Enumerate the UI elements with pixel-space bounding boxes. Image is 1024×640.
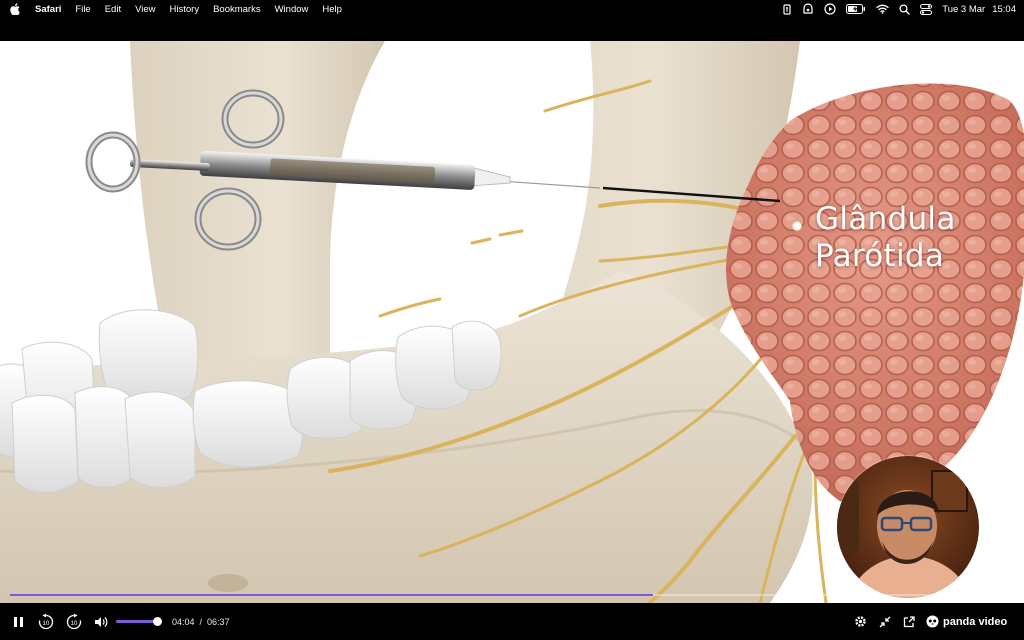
forward-10-button[interactable]: 10 [63,603,85,640]
duration: 06:37 [207,616,230,627]
menu-edit[interactable]: Edit [98,4,128,15]
volume-slider[interactable] [116,617,163,626]
external-link-icon [903,615,915,627]
forward-icon: 10 [66,613,82,629]
menu-view[interactable]: View [128,4,162,15]
pause-button[interactable] [8,603,28,640]
current-time: 04:04 [172,616,195,627]
forward-seconds-label: 10 [71,621,78,627]
menu-file[interactable]: File [68,4,97,15]
volume-button[interactable] [92,603,110,640]
menu-help[interactable]: Help [315,4,349,15]
search-icon[interactable] [899,3,910,15]
time-separator: / [199,616,203,627]
gland-label: Glândula Parótida [815,201,985,275]
play-circle-icon[interactable] [824,3,836,15]
battery-icon[interactable] [846,4,866,14]
menu-bar: Safari File Edit View History Bookmarks … [0,0,1024,18]
collapse-icon [879,616,891,627]
volume-slider-fill [116,620,158,623]
progress-bar[interactable] [10,594,1014,596]
volume-icon [95,616,108,627]
rewind-icon: 10 [38,613,54,629]
popout-button[interactable] [900,603,918,640]
gland-label-line2: Parótida [815,238,945,274]
volume-slider-knob[interactable] [153,617,163,626]
menu-app-name[interactable]: Safari [28,4,68,15]
settings-button[interactable] [851,603,869,640]
menu-history[interactable]: History [163,4,207,15]
vpn-icon[interactable] [802,3,814,15]
pause-icon [13,616,23,627]
rewind-10-button[interactable]: 10 [35,603,57,640]
rewind-seconds-label: 10 [43,621,50,627]
clock-date: Tue 3 Mar [942,3,986,15]
menu-bookmarks[interactable]: Bookmarks [206,4,268,15]
presenter-avatar [837,456,979,598]
brand-name: panda video [943,615,1008,628]
gear-icon [854,616,866,627]
video-frame[interactable]: Glândula Parótida [0,41,1024,603]
wifi-icon[interactable] [876,4,889,14]
apple-logo-icon[interactable] [2,3,28,15]
control-center-icon[interactable] [920,3,933,15]
minimize-player-button[interactable] [876,603,894,640]
panda-icon [926,615,939,628]
time-display: 04:04 / 06:37 [172,603,230,640]
progress-bar-fill [10,594,653,596]
player-controls: 10 10 04:04 / 06:37 panda video [0,603,1024,640]
clock-time: 15:04 [992,3,1016,15]
presenter-webcam[interactable] [836,455,980,599]
password-icon[interactable] [782,3,792,15]
gland-label-line1: Glândula [815,201,956,237]
menu-clock[interactable]: Tue 3 Mar 15:04 [942,4,1016,15]
panda-video-logo[interactable]: panda video [926,603,1007,640]
menu-window[interactable]: Window [268,4,316,15]
